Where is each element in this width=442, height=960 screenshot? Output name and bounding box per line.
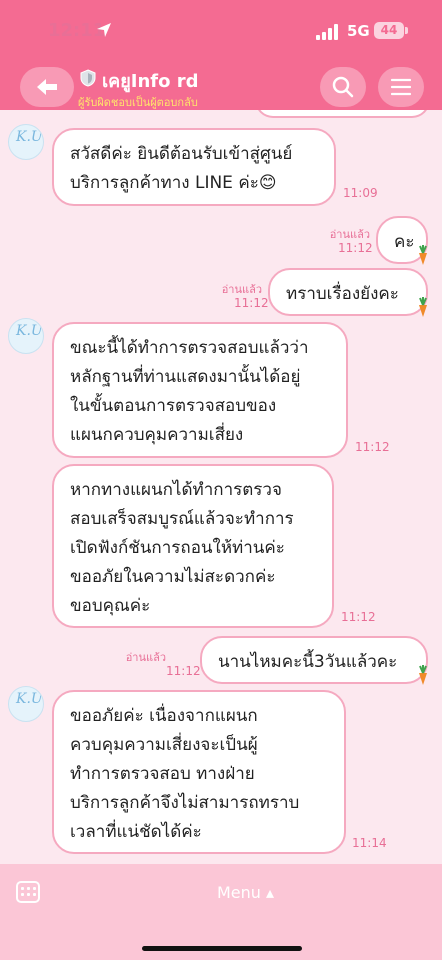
message-line: แผนกควบคุมความเสี่ยง <box>70 425 244 445</box>
carrot-icon <box>419 245 427 265</box>
message-line: บริการลูกค้าจึงไม่สามารถทราบ <box>70 793 300 813</box>
message-line: เวลาที่แน่ชัดได้ค่ะ <box>70 822 202 842</box>
message-time: 11:12 <box>234 296 269 310</box>
message-bubble[interactable]: สวัสดีค่ะ ยินดีต้อนรับเข้าสู่ศูนย์ บริกา… <box>52 128 336 206</box>
message-time: 11:09 <box>343 186 378 200</box>
avatar-logo: K.U <box>16 323 43 339</box>
location-arrow-icon <box>97 23 111 37</box>
message-time: 11:14 <box>352 836 387 850</box>
message-line: สวัสดีค่ะ ยินดีต้อนรับเข้าสู่ศูนย์ <box>70 144 293 164</box>
message-line: ทราบเรื่องยังคะ <box>286 284 399 304</box>
read-receipt: อ่านแล้ว <box>125 651 166 664</box>
message-bubble[interactable]: นานไหมคะนี้3วันแล้วคะ <box>200 636 428 685</box>
carrot-icon <box>419 665 427 685</box>
home-indicator[interactable] <box>142 946 302 951</box>
message-line: ขออภัยค่ะ เนื่องจากแผนก <box>70 706 258 726</box>
top-bar: 12:11 5G 44 เคยูInfo rd ผู้รับผิดชอบเป็น… <box>0 0 442 110</box>
message-time: 11:12 <box>166 664 201 678</box>
message-bubble[interactable]: คะ <box>376 216 428 265</box>
back-arrow-icon <box>37 79 57 95</box>
avatar-logo: K.U <box>16 691 43 707</box>
message-line: บริการลูกค้าทาง LINE ค่ะ😊 <box>70 173 277 193</box>
menu-button[interactable] <box>378 67 424 107</box>
message-line: หลักฐานที่ท่านแสดงมานั้นได้อยู่ <box>70 367 301 387</box>
message-bubble[interactable]: ขณะนี้ได้ทำการตรวจสอบแล้วว่า หลักฐานที่ท… <box>52 322 348 458</box>
message-line: เปิดฟังก์ชันการถอนให้ท่านค่ะ <box>70 538 285 558</box>
message-time: 11:12 <box>355 440 390 454</box>
message-line: นานไหมคะนี้3วันแล้วคะ <box>218 652 398 672</box>
menu-icon <box>391 78 411 96</box>
signal-icon <box>316 24 338 40</box>
search-button[interactable] <box>320 67 366 107</box>
agent-avatar[interactable]: K.U <box>8 124 44 160</box>
shield-icon <box>80 69 96 87</box>
chat-header: เคยูInfo rd ผู้รับผิดชอบเป็นผู้ตอบกลับ <box>0 62 442 110</box>
battery-tip <box>405 27 408 34</box>
message-time: 11:12 <box>338 241 373 255</box>
carrot-icon <box>419 297 427 317</box>
message-line: ขอบคุณค่ะ <box>70 596 151 616</box>
message-bubble[interactable]: หากทางแผนกได้ทำการตรวจ สอบเสร็จสมบูรณ์แล… <box>52 464 334 628</box>
message-line: สอบเสร็จสมบูรณ์แล้วจะทำการ <box>70 509 294 529</box>
menu-toggle[interactable]: Menu ▴ <box>217 883 274 902</box>
battery-icon: 44 <box>374 22 404 39</box>
back-button[interactable] <box>20 67 74 107</box>
previous-message-bubble <box>255 110 430 118</box>
agent-avatar[interactable]: K.U <box>8 318 44 354</box>
chat-subtitle: ผู้รับผิดชอบเป็นผู้ตอบกลับ <box>78 96 198 109</box>
message-line: ขณะนี้ได้ทำการตรวจสอบแล้วว่า <box>70 338 309 358</box>
message-line: ทำการตรวจสอบ ทางฝ่าย <box>70 764 255 784</box>
message-time: 11:12 <box>341 610 376 624</box>
message-line: หากทางแผนกได้ทำการตรวจ <box>70 480 282 500</box>
message-line: คะ <box>394 232 415 252</box>
network-type: 5G <box>347 22 370 40</box>
message-bubble[interactable]: ขออภัยค่ะ เนื่องจากแผนก ควบคุมความเสี่ยง… <box>52 690 346 854</box>
message-line: ควบคุมความเสี่ยงจะเป็นผู้ <box>70 735 258 755</box>
message-bubble[interactable]: ทราบเรื่องยังคะ <box>268 268 428 317</box>
search-icon <box>332 76 354 98</box>
chat-area[interactable]: K.U สวัสดีค่ะ ยินดีต้อนรับเข้าสู่ศูนย์ บ… <box>0 110 442 864</box>
status-bar: 12:11 5G 44 <box>0 0 442 62</box>
message-line: ขออภัยในความไม่สะดวกค่ะ <box>70 567 276 587</box>
chat-title[interactable]: เคยูInfo rd <box>102 66 198 95</box>
message-line: ในขั้นตอนการตรวจสอบของ <box>70 396 277 416</box>
avatar-logo: K.U <box>16 129 43 145</box>
agent-avatar[interactable]: K.U <box>8 686 44 722</box>
keyboard-icon[interactable] <box>16 881 40 903</box>
